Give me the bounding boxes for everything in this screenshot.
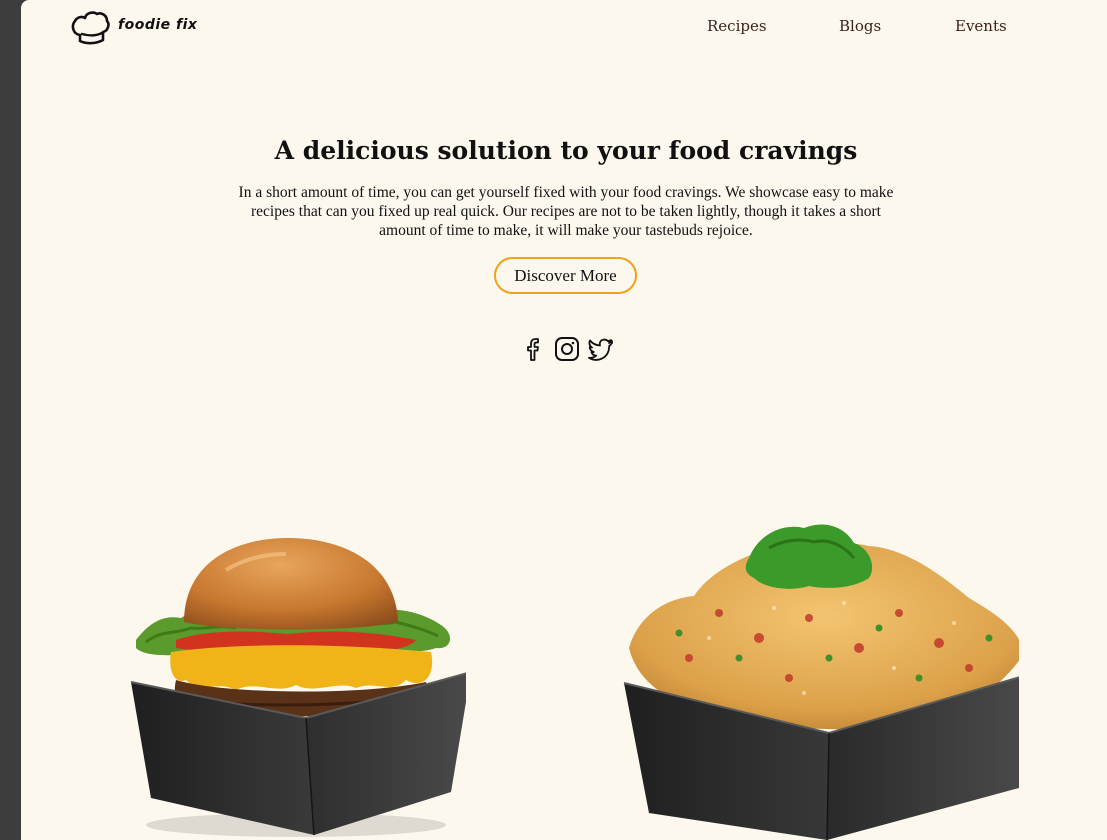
- page: foodie fix Recipes Blogs Events A delici…: [21, 0, 1107, 840]
- fried-rice-image: [599, 518, 1035, 840]
- hero-title: A delicious solution to your food cravin…: [274, 136, 858, 165]
- nav-recipes[interactable]: Recipes: [707, 17, 767, 35]
- discover-more-button[interactable]: Discover More: [494, 257, 637, 294]
- hero-description: In a short amount of time, you can get y…: [238, 184, 894, 239]
- chef-hat-icon: [71, 11, 110, 45]
- facebook-icon[interactable]: [519, 335, 547, 363]
- nav-blogs[interactable]: Blogs: [839, 17, 881, 35]
- logo[interactable]: foodie fix: [70, 9, 197, 45]
- instagram-icon[interactable]: [553, 335, 581, 363]
- nav-events[interactable]: Events: [955, 17, 1007, 35]
- burger-image: [106, 530, 472, 840]
- twitter-icon[interactable]: [587, 335, 615, 363]
- logo-text: foodie fix: [118, 17, 198, 33]
